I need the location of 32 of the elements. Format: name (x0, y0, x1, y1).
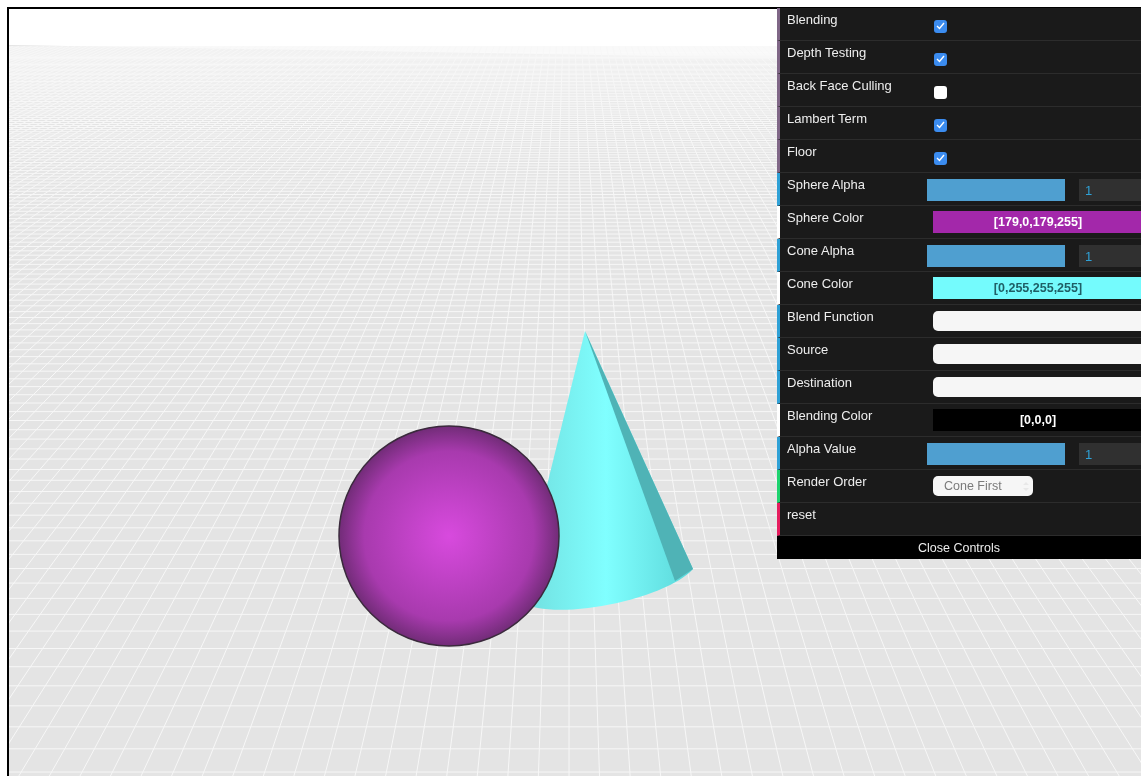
control-label: Sphere Alpha (786, 176, 867, 192)
control-label: Cone Alpha (786, 242, 856, 258)
color-field[interactable]: [0,0,0] (933, 409, 1141, 431)
control-label: Sphere Color (786, 209, 865, 225)
number-field[interactable]: 1 (1079, 443, 1141, 465)
control-label: Back Face Culling (786, 77, 893, 93)
color-field[interactable]: [0,255,255,255] (933, 277, 1141, 299)
control-label: Alpha Value (786, 440, 858, 456)
control-label: Render Order (786, 473, 868, 489)
checkbox[interactable] (934, 151, 947, 165)
control-label: Depth Testing (786, 44, 868, 60)
control-label: Lambert Term (786, 110, 868, 126)
close-controls-button[interactable]: Close Controls (777, 536, 1141, 559)
color-field[interactable]: [179,0,179,255] (933, 211, 1141, 233)
control-label: Blending Color (786, 407, 874, 423)
dropdown-field[interactable]: Cone First (933, 476, 1033, 496)
control-label: Source (786, 341, 830, 357)
dropdown-field[interactable] (933, 311, 1141, 331)
control-label: Blend Function (786, 308, 875, 324)
dropdown-field[interactable] (933, 344, 1141, 364)
control-label: Floor (786, 143, 818, 159)
control-label: Blending (786, 11, 839, 27)
checkbox[interactable] (934, 52, 947, 66)
control-label: Destination (786, 374, 854, 390)
control-label[interactable]: reset (780, 503, 927, 522)
number-field[interactable]: 1 (1079, 179, 1141, 201)
checkbox[interactable] (934, 118, 947, 132)
checkbox[interactable] (934, 85, 947, 99)
dropdown-field[interactable] (933, 377, 1141, 397)
number-field[interactable]: 1 (1079, 245, 1141, 267)
checkbox[interactable] (934, 19, 947, 33)
control-label: Cone Color (786, 275, 854, 291)
